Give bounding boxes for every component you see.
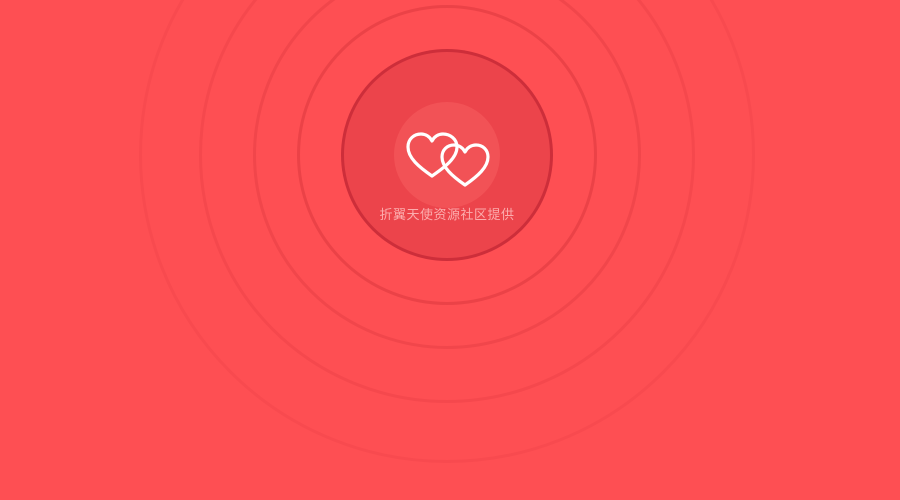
provider-caption: 折翼天使资源社区提供 (379, 208, 515, 223)
splash-screen: 折翼天使资源社区提供 (0, 0, 900, 500)
hearts-icon (406, 132, 490, 187)
